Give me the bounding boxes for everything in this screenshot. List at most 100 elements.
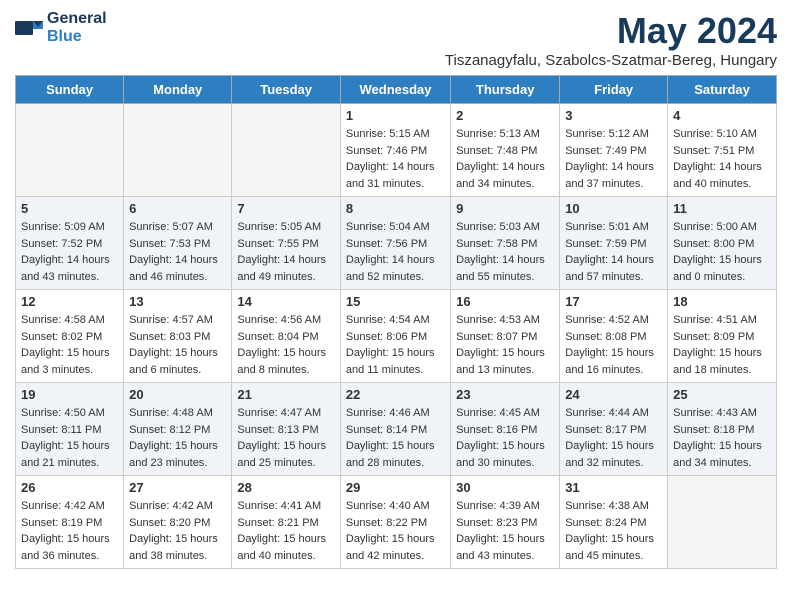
day-number: 22	[346, 387, 445, 402]
day-number: 20	[129, 387, 226, 402]
logo: General Blue	[15, 10, 107, 45]
day-info: Sunrise: 5:03 AMSunset: 7:58 PMDaylight:…	[456, 219, 554, 285]
table-row: 14Sunrise: 4:56 AMSunset: 8:04 PMDayligh…	[232, 290, 341, 383]
table-row: 5 Sunrise: 5:09 AMSunset: 7:52 PMDaylight…	[16, 197, 124, 290]
logo-general: General	[47, 10, 107, 28]
table-row	[232, 104, 341, 197]
day-info: Sunrise: 4:46 AMSunset: 8:14 PMDaylight:…	[346, 405, 445, 471]
day-info: Sunrise: 4:45 AMSunset: 8:16 PMDaylight:…	[456, 405, 554, 471]
day-number: 5	[21, 201, 118, 216]
day-info: Sunrise: 4:43 AMSunset: 8:18 PMDaylight:…	[673, 405, 771, 471]
table-row: 16 Sunrise: 4:53 AMSunset: 8:07 PMDayligh…	[451, 290, 560, 383]
day-number: 9	[456, 201, 554, 216]
table-row: 29 Sunrise: 4:40 AMSunset: 8:22 PMDayligh…	[340, 476, 450, 569]
table-row	[668, 476, 777, 569]
day-info: Sunrise: 4:39 AMSunset: 8:23 PMDaylight:…	[456, 498, 554, 564]
table-row: 27Sunrise: 4:42 AMSunset: 8:20 PMDayligh…	[124, 476, 232, 569]
day-info: Sunrise: 4:48 AMSunset: 8:12 PMDaylight:…	[129, 405, 226, 471]
table-row: 25 Sunrise: 4:43 AMSunset: 8:18 PMDayligh…	[668, 383, 777, 476]
day-number: 8	[346, 201, 445, 216]
calendar-table: Sunday Monday Tuesday Wednesday Thursday…	[15, 75, 777, 569]
table-row: 31 Sunrise: 4:38 AMSunset: 8:24 PMDayligh…	[560, 476, 668, 569]
table-row: 13 Sunrise: 4:57 AMSunset: 8:03 PMDayligh…	[124, 290, 232, 383]
day-info: Sunrise: 5:13 AMSunset: 7:48 PMDaylight:…	[456, 126, 554, 192]
calendar-week-row: 5 Sunrise: 5:09 AMSunset: 7:52 PMDaylight…	[16, 197, 777, 290]
table-row: 11 Sunrise: 5:00 AMSunset: 8:00 PMDayligh…	[668, 197, 777, 290]
day-info: Sunrise: 5:10 AMSunset: 7:51 PMDaylight:…	[673, 126, 771, 192]
table-row: 24Sunrise: 4:44 AMSunset: 8:17 PMDayligh…	[560, 383, 668, 476]
table-row: 30 Sunrise: 4:39 AMSunset: 8:23 PMDayligh…	[451, 476, 560, 569]
day-info: Sunrise: 4:58 AMSunset: 8:02 PMDaylight:…	[21, 312, 118, 378]
logo-icon	[15, 17, 45, 39]
col-sunday: Sunday	[16, 76, 124, 104]
title-block: May 2024 Tiszanagyfalu, Szabolcs-Szatmar…	[445, 10, 777, 69]
day-number: 25	[673, 387, 771, 402]
day-info: Sunrise: 4:38 AMSunset: 8:24 PMDaylight:…	[565, 498, 662, 564]
day-info: Sunrise: 4:44 AMSunset: 8:17 PMDaylight:…	[565, 405, 662, 471]
day-info: Sunrise: 5:00 AMSunset: 8:00 PMDaylight:…	[673, 219, 771, 285]
table-row: 7 Sunrise: 5:05 AMSunset: 7:55 PMDaylight…	[232, 197, 341, 290]
day-number: 26	[21, 480, 118, 495]
day-info: Sunrise: 4:40 AMSunset: 8:22 PMDaylight:…	[346, 498, 445, 564]
day-info: Sunrise: 4:41 AMSunset: 8:21 PMDaylight:…	[237, 498, 335, 564]
day-number: 1	[346, 108, 445, 123]
day-number: 11	[673, 201, 771, 216]
day-info: Sunrise: 4:53 AMSunset: 8:07 PMDaylight:…	[456, 312, 554, 378]
day-info: Sunrise: 4:42 AMSunset: 8:20 PMDaylight:…	[129, 498, 226, 564]
day-number: 7	[237, 201, 335, 216]
day-number: 31	[565, 480, 662, 495]
day-number: 18	[673, 294, 771, 309]
day-info: Sunrise: 5:01 AMSunset: 7:59 PMDaylight:…	[565, 219, 662, 285]
calendar-week-row: 12Sunrise: 4:58 AMSunset: 8:02 PMDayligh…	[16, 290, 777, 383]
col-friday: Friday	[560, 76, 668, 104]
month-year: May 2024	[445, 10, 777, 52]
day-info: Sunrise: 4:47 AMSunset: 8:13 PMDaylight:…	[237, 405, 335, 471]
day-number: 13	[129, 294, 226, 309]
day-info: Sunrise: 5:09 AMSunset: 7:52 PMDaylight:…	[21, 219, 118, 285]
col-thursday: Thursday	[451, 76, 560, 104]
table-row: 18 Sunrise: 4:51 AMSunset: 8:09 PMDayligh…	[668, 290, 777, 383]
day-number: 28	[237, 480, 335, 495]
calendar-week-row: 1Sunrise: 5:15 AMSunset: 7:46 PMDaylight…	[16, 104, 777, 197]
table-row: 8 Sunrise: 5:04 AMSunset: 7:56 PMDaylight…	[340, 197, 450, 290]
table-row: 12Sunrise: 4:58 AMSunset: 8:02 PMDayligh…	[16, 290, 124, 383]
day-info: Sunrise: 4:50 AMSunset: 8:11 PMDaylight:…	[21, 405, 118, 471]
day-number: 21	[237, 387, 335, 402]
day-number: 3	[565, 108, 662, 123]
table-row: 10 Sunrise: 5:01 AMSunset: 7:59 PMDayligh…	[560, 197, 668, 290]
day-number: 6	[129, 201, 226, 216]
table-row: 28 Sunrise: 4:41 AMSunset: 8:21 PMDayligh…	[232, 476, 341, 569]
table-row: 9 Sunrise: 5:03 AMSunset: 7:58 PMDaylight…	[451, 197, 560, 290]
day-info: Sunrise: 4:51 AMSunset: 8:09 PMDaylight:…	[673, 312, 771, 378]
header: General Blue May 2024 Tiszanagyfalu, Sza…	[15, 10, 777, 69]
day-number: 4	[673, 108, 771, 123]
day-number: 16	[456, 294, 554, 309]
table-row: 21 Sunrise: 4:47 AMSunset: 8:13 PMDayligh…	[232, 383, 341, 476]
table-row	[124, 104, 232, 197]
table-row: 1Sunrise: 5:15 AMSunset: 7:46 PMDaylight…	[340, 104, 450, 197]
col-tuesday: Tuesday	[232, 76, 341, 104]
page: General Blue May 2024 Tiszanagyfalu, Sza…	[0, 0, 792, 579]
day-number: 14	[237, 294, 335, 309]
day-info: Sunrise: 5:04 AMSunset: 7:56 PMDaylight:…	[346, 219, 445, 285]
logo-blue: Blue	[47, 28, 107, 46]
day-number: 15	[346, 294, 445, 309]
day-number: 29	[346, 480, 445, 495]
day-info: Sunrise: 5:05 AMSunset: 7:55 PMDaylight:…	[237, 219, 335, 285]
day-number: 30	[456, 480, 554, 495]
table-row: 22 Sunrise: 4:46 AMSunset: 8:14 PMDayligh…	[340, 383, 450, 476]
day-info: Sunrise: 4:57 AMSunset: 8:03 PMDaylight:…	[129, 312, 226, 378]
col-monday: Monday	[124, 76, 232, 104]
day-number: 2	[456, 108, 554, 123]
table-row	[16, 104, 124, 197]
table-row: 15Sunrise: 4:54 AMSunset: 8:06 PMDayligh…	[340, 290, 450, 383]
day-info: Sunrise: 4:52 AMSunset: 8:08 PMDaylight:…	[565, 312, 662, 378]
location: Tiszanagyfalu, Szabolcs-Szatmar-Bereg, H…	[445, 52, 777, 69]
day-info: Sunrise: 5:12 AMSunset: 7:49 PMDaylight:…	[565, 126, 662, 192]
day-number: 23	[456, 387, 554, 402]
day-number: 17	[565, 294, 662, 309]
table-row: 2 Sunrise: 5:13 AMSunset: 7:48 PMDaylight…	[451, 104, 560, 197]
calendar-week-row: 26Sunrise: 4:42 AMSunset: 8:19 PMDayligh…	[16, 476, 777, 569]
day-number: 10	[565, 201, 662, 216]
table-row: 17 Sunrise: 4:52 AMSunset: 8:08 PMDayligh…	[560, 290, 668, 383]
